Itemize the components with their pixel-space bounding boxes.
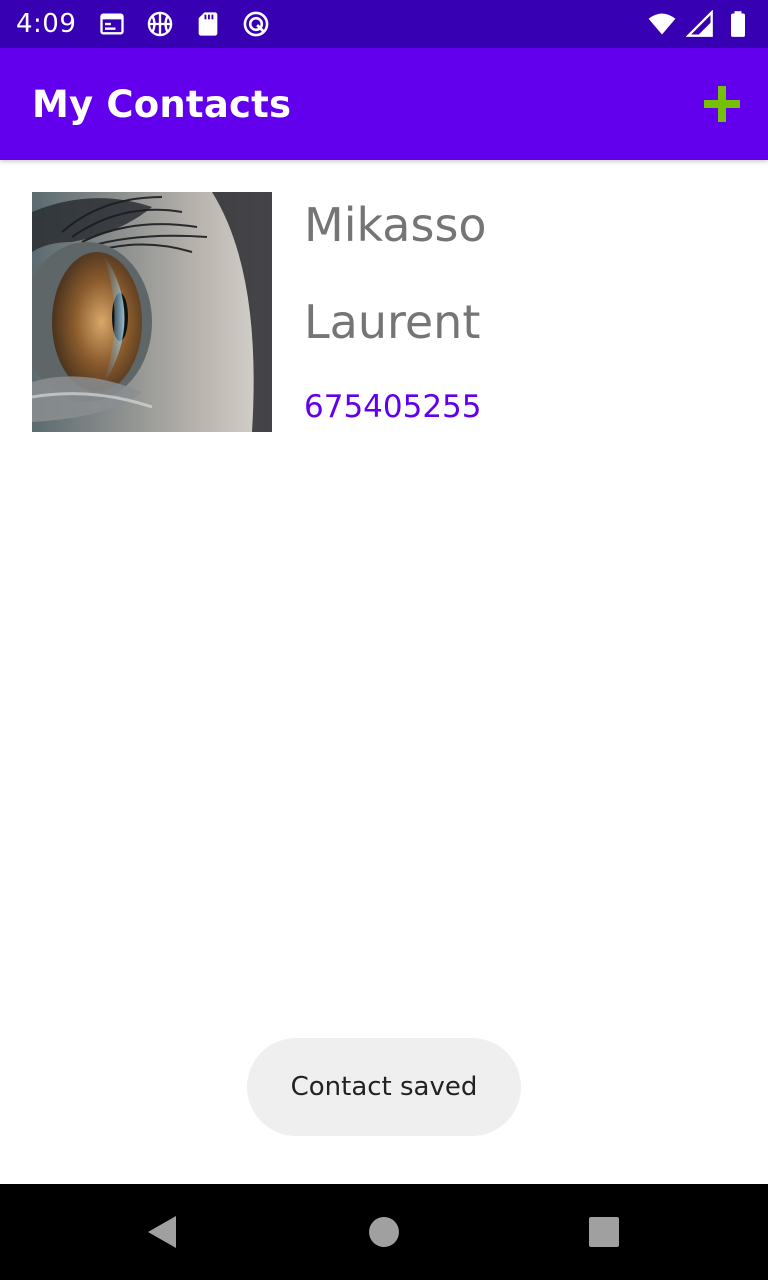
eye-closeup-photo (32, 192, 272, 432)
navigation-bar (0, 1184, 768, 1280)
cell-signal-icon (686, 10, 713, 37)
notification-icons (98, 10, 270, 38)
plus-icon (704, 86, 740, 122)
contact-list-item[interactable]: Mikasso Laurent 675405255 (0, 160, 768, 432)
calendar-icon (100, 13, 125, 35)
app-bar: My Contacts (0, 48, 768, 160)
basketball-icon (148, 11, 173, 37)
back-icon[interactable] (144, 1214, 180, 1250)
sd-card-icon (199, 12, 218, 36)
status-bar: 4:09 (0, 0, 768, 48)
toast-text: Contact saved (290, 1072, 478, 1102)
battery-icon (731, 11, 745, 37)
wifi-icon (648, 13, 676, 35)
contact-phone[interactable]: 675405255 (304, 389, 482, 425)
contact-first-name: Mikasso (304, 198, 487, 252)
sync-icon (244, 11, 269, 37)
recents-icon[interactable] (588, 1216, 620, 1248)
system-icons (648, 10, 752, 38)
contact-list: Mikasso Laurent 675405255 (0, 160, 768, 432)
home-icon[interactable] (368, 1216, 400, 1248)
contact-last-name: Laurent (304, 295, 481, 349)
contact-photo (32, 192, 272, 432)
app-title: My Contacts (32, 82, 292, 126)
status-time: 4:09 (16, 9, 77, 39)
toast-message: Contact saved (247, 1038, 521, 1136)
add-contact-button[interactable] (698, 80, 746, 128)
